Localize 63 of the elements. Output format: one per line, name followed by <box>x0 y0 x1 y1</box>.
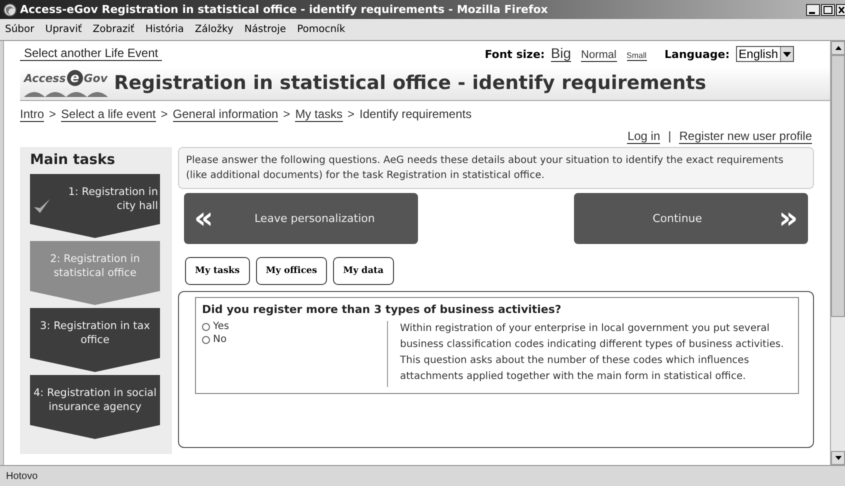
breadcrumb-link[interactable]: Intro <box>20 107 44 122</box>
language-label: Language: <box>664 48 730 61</box>
font-size-link[interactable]: Big <box>550 45 572 62</box>
menu-item[interactable]: História <box>145 24 184 35</box>
breadcrumb-link[interactable]: General information <box>172 107 278 122</box>
font-size-link[interactable]: Normal <box>581 49 616 62</box>
double-chevron-icon: » <box>778 204 798 234</box>
radio-button[interactable] <box>202 336 210 344</box>
breadcrumb-link[interactable]: My tasks <box>295 107 343 122</box>
option-label: No <box>213 334 227 345</box>
arches-icon <box>24 90 108 96</box>
logo-mark: e <box>66 70 83 86</box>
language-select[interactable]: English <box>736 46 794 62</box>
breadcrumb-separator: > <box>49 107 56 121</box>
breadcrumb-current: Identify requirements <box>360 107 472 121</box>
window-title: Access-eGov Registration in statistical office - identify requirements - Mozilla Firefox <box>20 3 549 16</box>
radio-button[interactable] <box>202 322 210 330</box>
tab-button[interactable]: My offices <box>256 257 328 285</box>
tab-button[interactable]: My data <box>333 257 394 285</box>
step-label: 4: Registration in social insurance agency <box>32 386 158 414</box>
breadcrumb-separator: > <box>283 107 290 121</box>
menu-item[interactable]: Zobraziť <box>92 24 134 35</box>
breadcrumb-link[interactable]: Select a life event <box>61 107 156 122</box>
double-chevron-icon: « <box>194 204 214 234</box>
intro-text: Please answer the following questions. AeG needs these details about your situation to identify the exact requirements (like additional documents) for the task Registration in statistical office. <box>178 147 814 189</box>
scroll-up-icon[interactable] <box>834 46 842 50</box>
option-label: Yes <box>213 321 230 332</box>
close-icon[interactable] <box>836 4 845 16</box>
life-event-link[interactable]: Select another Life Event <box>20 46 162 61</box>
globe-icon <box>3 2 17 16</box>
task-step[interactable]: 4: Registration in social insurance agency <box>30 375 160 439</box>
font-size-link[interactable]: Small <box>626 51 647 61</box>
sidebar-title: Main tasks <box>29 151 116 170</box>
menu-item[interactable]: Upraviť <box>45 24 82 35</box>
scrollbar[interactable] <box>830 41 845 465</box>
menu-item[interactable]: Pomocník <box>297 24 346 35</box>
user-link[interactable]: Register new user profile <box>679 128 812 144</box>
question-text: Did you register more than 3 types of business activities? <box>202 303 562 316</box>
task-step[interactable]: 1: Registration in city hall <box>30 174 160 238</box>
tab-button[interactable]: My tasks <box>185 257 250 285</box>
step-label: 1: Registration in city hall <box>67 184 158 214</box>
page-title: Registration in statistical office - identify requirements <box>114 72 706 94</box>
logo-text: Access <box>24 72 66 84</box>
step-label: 2: Registration in statistical office <box>49 252 141 280</box>
scroll-down-icon[interactable] <box>834 456 842 460</box>
dropdown-arrow-icon <box>783 52 791 56</box>
font-size-label: Font size: <box>484 48 545 61</box>
minimize-icon[interactable] <box>806 4 820 16</box>
user-link[interactable]: Log in <box>627 128 660 144</box>
breadcrumb-separator: > <box>348 107 355 121</box>
menu-item[interactable]: Nástroje <box>244 24 286 35</box>
task-step[interactable]: 3: Registration in tax office <box>30 308 160 372</box>
step-label: 3: Registration in tax office <box>39 318 151 348</box>
maximize-icon[interactable] <box>821 4 835 16</box>
menu-item[interactable]: Záložky <box>194 24 234 35</box>
nav-button[interactable]: « Leave personalization <box>184 193 418 244</box>
menu-item[interactable]: Súbor <box>5 24 34 35</box>
link-separator: | <box>668 129 672 143</box>
help-text: Within registration of your enterprise in local government you put several business classification codes indicating different types of business activities. This question asks about the number of these codes which influences attachments applied together with the main form in statistical office. <box>400 322 785 384</box>
breadcrumb-separator: > <box>160 107 168 121</box>
status-text: Hotovo <box>6 470 38 482</box>
nav-button[interactable]: Continue » <box>574 193 808 244</box>
logo-text: Gov <box>84 72 108 84</box>
